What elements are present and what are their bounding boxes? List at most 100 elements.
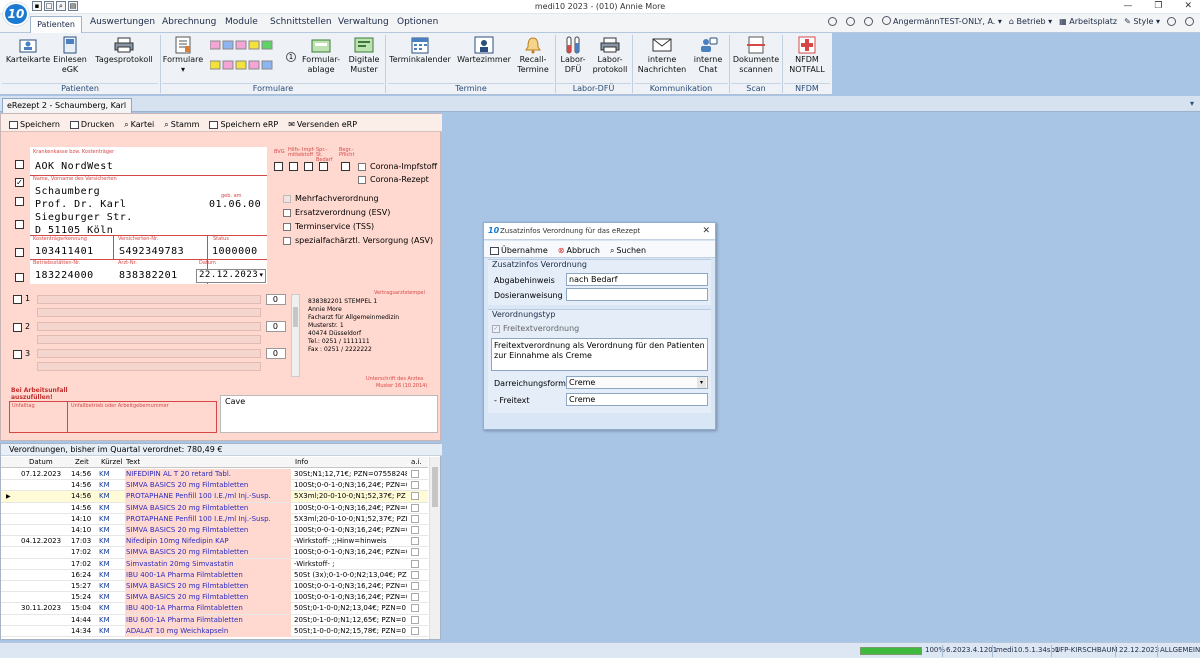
- betrieb-menu[interactable]: ⌂ Betrieb ▾: [1009, 17, 1052, 26]
- scroll-thumb[interactable]: [293, 307, 298, 327]
- mehrfachverordnung-checkbox[interactable]: [283, 195, 291, 203]
- med-line-1b[interactable]: [37, 308, 261, 317]
- table-row[interactable]: 14:10 KM SIMVA BASICS 20 mg Filmtabletten 1…: [1, 525, 428, 537]
- med-scrollbar[interactable]: [291, 294, 300, 377]
- betrieb-value[interactable]: 183224000: [35, 270, 94, 281]
- ai-checkbox[interactable]: [411, 548, 419, 557]
- close-icon[interactable]: ✕: [1184, 1, 1192, 11]
- darreichungsform-select[interactable]: Creme ▾: [566, 376, 708, 389]
- table-row[interactable]: 15:27 KM SIMVA BASICS 20 mg Filmtabletten 1…: [1, 581, 428, 593]
- table-row[interactable]: 14:34 KM ADALAT 10 mg Weichkapseln 50St;1-0…: [1, 625, 428, 637]
- karteikarte-button[interactable]: Karteikarte: [5, 36, 51, 65]
- header-zeit[interactable]: Zeit: [75, 457, 89, 468]
- freitext-checkbox[interactable]: ✓: [492, 325, 500, 333]
- med-line-3[interactable]: [37, 349, 261, 358]
- ai-checkbox[interactable]: [411, 570, 419, 579]
- versenden-erp-button[interactable]: ✉ Versenden eRP: [288, 118, 357, 131]
- minimize-icon[interactable]: —: [1123, 1, 1132, 11]
- geb-value[interactable]: 01.06.00: [209, 199, 261, 210]
- ai-checkbox[interactable]: [411, 481, 419, 490]
- row-checkbox-unfall[interactable]: [15, 248, 24, 257]
- table-row[interactable]: 17:02 KM Simvastatin 20mg Simvastatin -Wirk…: [1, 558, 428, 570]
- maximize-icon[interactable]: ❐: [1154, 1, 1162, 11]
- med-checkbox-3[interactable]: [13, 350, 22, 359]
- recall-termine-button[interactable]: Recall- Termine: [514, 36, 552, 75]
- ai-checkbox[interactable]: [411, 526, 419, 534]
- kartei-button[interactable]: ⌕ Kartei: [124, 118, 154, 131]
- med-checkbox-2[interactable]: [13, 323, 22, 332]
- tab-optionen[interactable]: Optionen: [397, 17, 438, 27]
- abgabehinweis-input[interactable]: nach Bedarf: [566, 273, 708, 286]
- form-palette[interactable]: [209, 39, 280, 73]
- table-row[interactable]: 14:44 KM IBU 600-1A Pharma Filmtabletten 20…: [1, 614, 428, 626]
- interne-chat-button[interactable]: interne Chat: [690, 36, 726, 75]
- table-row[interactable]: 30.11.2023 15:04 KM IBU 400-1A Pharma Filmt…: [1, 603, 428, 615]
- header-kuerzel[interactable]: Kürzel: [101, 457, 122, 468]
- header-datum[interactable]: Datum: [29, 457, 53, 468]
- info-circle-icon[interactable]: 1: [286, 52, 296, 62]
- tab-verwaltung[interactable]: Verwaltung: [338, 17, 389, 27]
- med-line-2b[interactable]: [37, 335, 261, 344]
- ai-checkbox[interactable]: [411, 615, 419, 624]
- formulare-button[interactable]: Formulare ▾: [162, 36, 204, 75]
- clock-icon[interactable]: [846, 16, 855, 26]
- ai-checkbox[interactable]: [411, 503, 419, 512]
- cave-box[interactable]: Cave: [220, 395, 438, 433]
- table-row[interactable]: 17:02 KM SIMVA BASICS 20 mg Filmtabletten 1…: [1, 547, 428, 559]
- table-row[interactable]: 04.12.2023 17:03 KM Nifedipin 10mg Nifedipi…: [1, 536, 428, 548]
- row-checkbox-gebuehrfrei[interactable]: [15, 160, 24, 169]
- close-icon[interactable]: ✕: [702, 223, 710, 239]
- header-text[interactable]: Text: [126, 457, 140, 468]
- user-menu[interactable]: AngermännTEST-ONLY, A. ▾: [882, 16, 1002, 26]
- help-down-icon[interactable]: [1185, 16, 1194, 26]
- asv-checkbox[interactable]: [283, 237, 291, 245]
- arbeitsplatz-menu[interactable]: ▦ Arbeitsplatz: [1059, 17, 1117, 26]
- tab-module[interactable]: Module: [225, 17, 258, 27]
- tab-patienten[interactable]: Patienten: [30, 16, 82, 33]
- list-scrollbar[interactable]: [429, 457, 440, 639]
- ai-checkbox[interactable]: [411, 492, 419, 501]
- wartezimmer-button[interactable]: Wartezimmer: [455, 36, 513, 65]
- tab-auswertungen[interactable]: Auswertungen: [90, 17, 155, 27]
- dokumente-scannen-button[interactable]: Dokumente scannen: [732, 36, 780, 75]
- patient-name-block[interactable]: Schaumberg Prof. Dr. Karl Siegburger Str…: [35, 185, 133, 237]
- corona-impfstoff-checkbox[interactable]: [358, 163, 366, 171]
- tab-schnittstellen[interactable]: Schnittstellen: [270, 17, 332, 27]
- labor-dfue-button[interactable]: Labor- DFÜ: [558, 36, 588, 75]
- med-line-1[interactable]: [37, 295, 261, 304]
- table-row[interactable]: 14:56 KM SIMVA BASICS 20 mg Filmtabletten 1…: [1, 502, 428, 514]
- info-icon[interactable]: [864, 16, 873, 26]
- drucken-button[interactable]: Drucken: [69, 118, 114, 131]
- med-checkbox-1[interactable]: [13, 295, 22, 304]
- freitext-textarea[interactable]: Freitextverordnung als Verordnung für de…: [491, 338, 708, 371]
- abbruch-button[interactable]: ⊗ Abbruch: [558, 244, 600, 257]
- impfstoff-checkbox[interactable]: [304, 162, 313, 171]
- table-row[interactable]: 14:56 KM PROTAPHANE Penfill 100 I.E./ml In…: [1, 491, 428, 503]
- tab-abrechnung[interactable]: Abrechnung: [162, 17, 216, 27]
- table-row[interactable]: 07.12.2023 14:56 KM NIFEDIPIN AL T 20 retar…: [1, 469, 428, 481]
- kasse-value[interactable]: AOK NordWest: [35, 161, 113, 172]
- style-menu[interactable]: ✎ Style ▾: [1124, 17, 1160, 26]
- bvg-checkbox[interactable]: [274, 162, 283, 171]
- freitext-input[interactable]: Creme: [566, 393, 708, 406]
- ai-checkbox[interactable]: [411, 582, 419, 590]
- suchen-button[interactable]: ⌕ Suchen: [610, 244, 646, 257]
- table-row[interactable]: 14:10 KM PROTAPHANE Penfill 100 I.E./ml In…: [1, 513, 428, 525]
- row-checkbox-checked[interactable]: ✓: [15, 178, 24, 187]
- ai-checkbox[interactable]: [411, 604, 419, 613]
- speichern-button[interactable]: Speichern: [9, 118, 60, 131]
- esv-checkbox[interactable]: [283, 209, 291, 217]
- help-icon[interactable]: [1167, 16, 1176, 26]
- row-checkbox-arbeitsunfall[interactable]: [15, 273, 24, 282]
- tab-dropdown-icon[interactable]: ▾: [1190, 99, 1194, 108]
- digitale-muster-button[interactable]: Digitale Muster: [344, 36, 384, 75]
- status-value[interactable]: 1000000: [212, 246, 258, 257]
- uebernahme-button[interactable]: Übernahme: [490, 244, 548, 257]
- ai-checkbox[interactable]: [411, 470, 419, 478]
- hilfsmittel-checkbox[interactable]: [289, 162, 298, 171]
- begr-checkbox[interactable]: [341, 162, 350, 171]
- header-info[interactable]: Info: [295, 457, 308, 468]
- terminkalender-button[interactable]: Terminkalender: [388, 36, 452, 65]
- formularablage-button[interactable]: Formular- ablage: [300, 36, 342, 75]
- speichern-erp-button[interactable]: Speichern eRP: [209, 118, 278, 131]
